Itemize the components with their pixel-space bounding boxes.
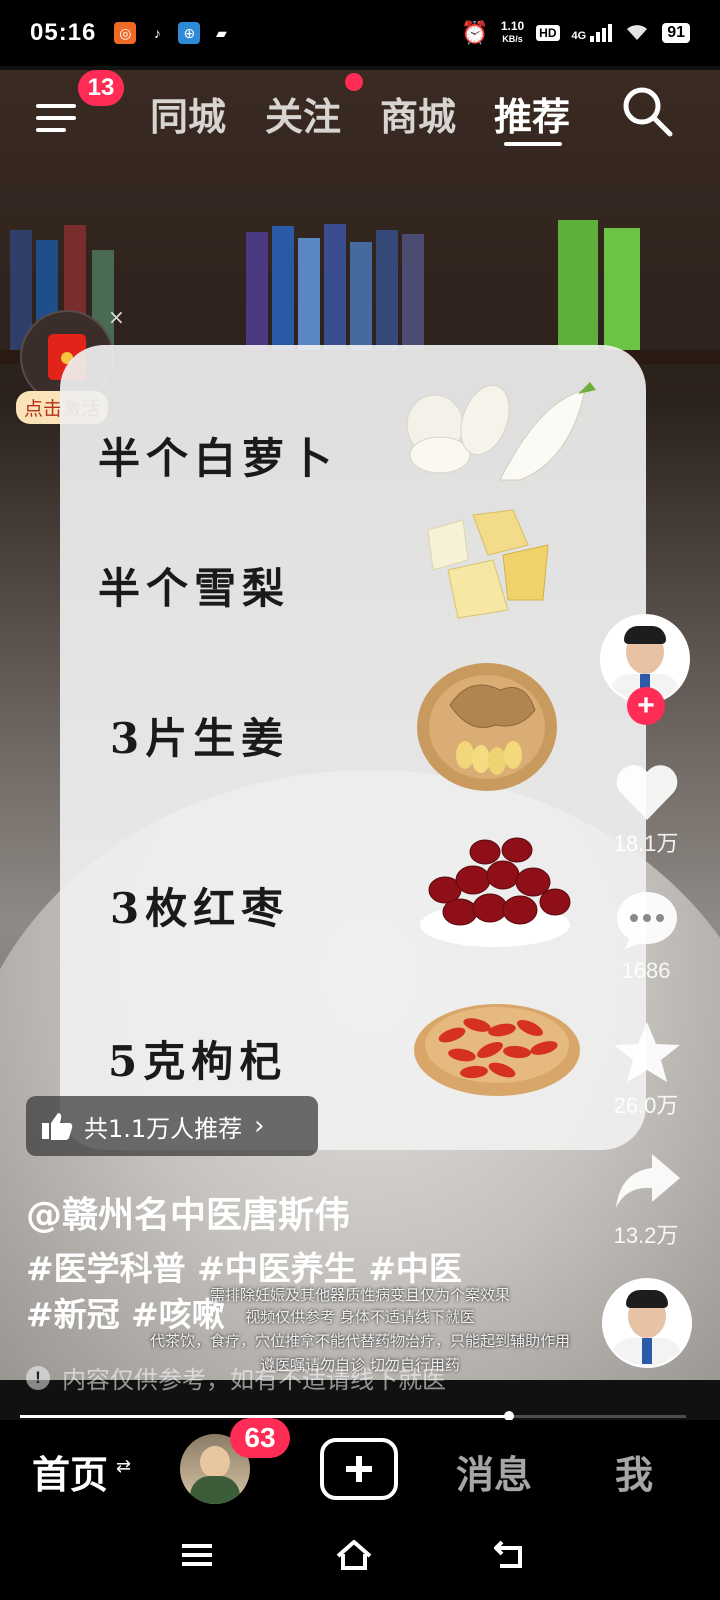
recommend-pill[interactable]: 共1.1万人推荐 › (26, 1096, 318, 1156)
tiktok-icon: ♪ (153, 25, 161, 41)
active-tab-indicator (504, 142, 562, 146)
video-subtitle-2: 视频仅供参考 身体不适请线下就医 (245, 1308, 475, 1326)
menu-button[interactable] (36, 94, 82, 140)
bottom-tab-bar: 首页 ⇄ 63 消息 我 (0, 1418, 720, 1520)
author-name[interactable]: @赣州名中医唐斯伟 (26, 1186, 350, 1238)
ginger-image (417, 663, 557, 791)
envelope-close-button[interactable]: × (108, 305, 125, 329)
comment-icon[interactable] (612, 888, 682, 952)
create-button[interactable] (320, 1438, 398, 1500)
net-speed-value: 1.10 (500, 19, 525, 33)
recipe-item-radish: 半个白萝卜 (98, 434, 339, 483)
tab-recommend[interactable]: 推荐 (494, 86, 570, 141)
status-indicators: ⏰ 1.10 KB/s HD 4G 91 (461, 20, 690, 46)
tab-local[interactable]: 同城 (150, 86, 226, 141)
search-icon (623, 87, 673, 137)
notification-app2-icon: ⊕ (178, 22, 201, 44)
share-count: 13.2万 (613, 1223, 679, 1248)
recommend-label: 共1.1万人推荐 (84, 1114, 243, 1143)
share-icon[interactable] (612, 1150, 682, 1214)
tab-mall[interactable]: 商城 (380, 86, 456, 141)
like-icon[interactable] (612, 760, 682, 824)
video-subtitle-3: 代茶饮，食疗，穴位推拿不能代替药物治疗，只能起到辅助作用 (149, 1332, 570, 1350)
tab-messages[interactable]: 消息 (456, 1444, 532, 1499)
friends-badge: 63 (230, 1418, 290, 1458)
hd-icon: HD (536, 25, 560, 41)
tab-me[interactable]: 我 (615, 1444, 653, 1499)
thumbs-up-icon (42, 1113, 73, 1140)
tab-home[interactable]: 首页 (32, 1444, 108, 1499)
net-speed-unit: KB/s (502, 34, 523, 44)
plus-icon (346, 1456, 372, 1482)
status-time: 05:16 (30, 19, 97, 46)
info-icon: ! (26, 1365, 50, 1390)
wifi-icon (624, 22, 650, 45)
system-nav-bar (0, 1520, 720, 1600)
notification-app-icon: ◎ (114, 22, 137, 44)
disclaimer-text: 内容仅供参考，如有不适请线下就医 (62, 1366, 446, 1394)
home-switch-icon[interactable]: ⇄ (116, 1456, 131, 1477)
red-dates-image (420, 837, 571, 947)
content-disclaimer: ! 内容仅供参考，如有不适请线下就医 (26, 1360, 446, 1395)
goji-image (414, 1004, 580, 1096)
reader-app-icon: ▰ (216, 24, 227, 41)
recipe-item-dates: 3枚红枣 (110, 884, 290, 933)
comment-count: 1686 (621, 958, 671, 983)
chevron-right-icon: › (254, 1111, 265, 1141)
like-count: 18.1万 (613, 831, 679, 856)
search-button[interactable] (620, 84, 676, 140)
follow-button[interactable]: + (627, 687, 665, 725)
battery-indicator: 91 (662, 23, 690, 43)
video-subtitle-1: 需排除妊娠及其他器质性病变且仅为个案效果 (209, 1286, 510, 1304)
status-app-icons: ◎ ♪ ⊕ ▰ (114, 22, 232, 44)
back-icon[interactable] (492, 1538, 528, 1572)
recipe-item-ginger: 3片生姜 (110, 714, 290, 763)
recipe-item-goji: 5克枸杞 (108, 1037, 288, 1086)
favorite-star-icon[interactable] (612, 1020, 682, 1084)
status-bar: 05:16 ◎ ♪ ⊕ ▰ ⏰ 1.10 KB/s HD 4G 91 (0, 0, 720, 66)
pear-image (427, 509, 549, 619)
following-new-dot (345, 73, 363, 91)
net-speed: 1.10 KB/s (501, 20, 524, 46)
video-progress-bar[interactable] (20, 1411, 686, 1421)
menu-badge: 13 (78, 70, 124, 106)
alarm-icon: ⏰ (461, 20, 489, 45)
network-type: 4G (571, 30, 587, 42)
signal-icon: 4G (572, 24, 613, 42)
favorite-count: 26.0万 (613, 1093, 679, 1118)
recent-apps-icon[interactable] (180, 1540, 214, 1570)
radish-image (406, 382, 596, 481)
home-icon[interactable] (334, 1538, 374, 1572)
tab-following[interactable]: 关注 (265, 86, 341, 141)
recipe-item-pear: 半个雪梨 (98, 564, 291, 613)
